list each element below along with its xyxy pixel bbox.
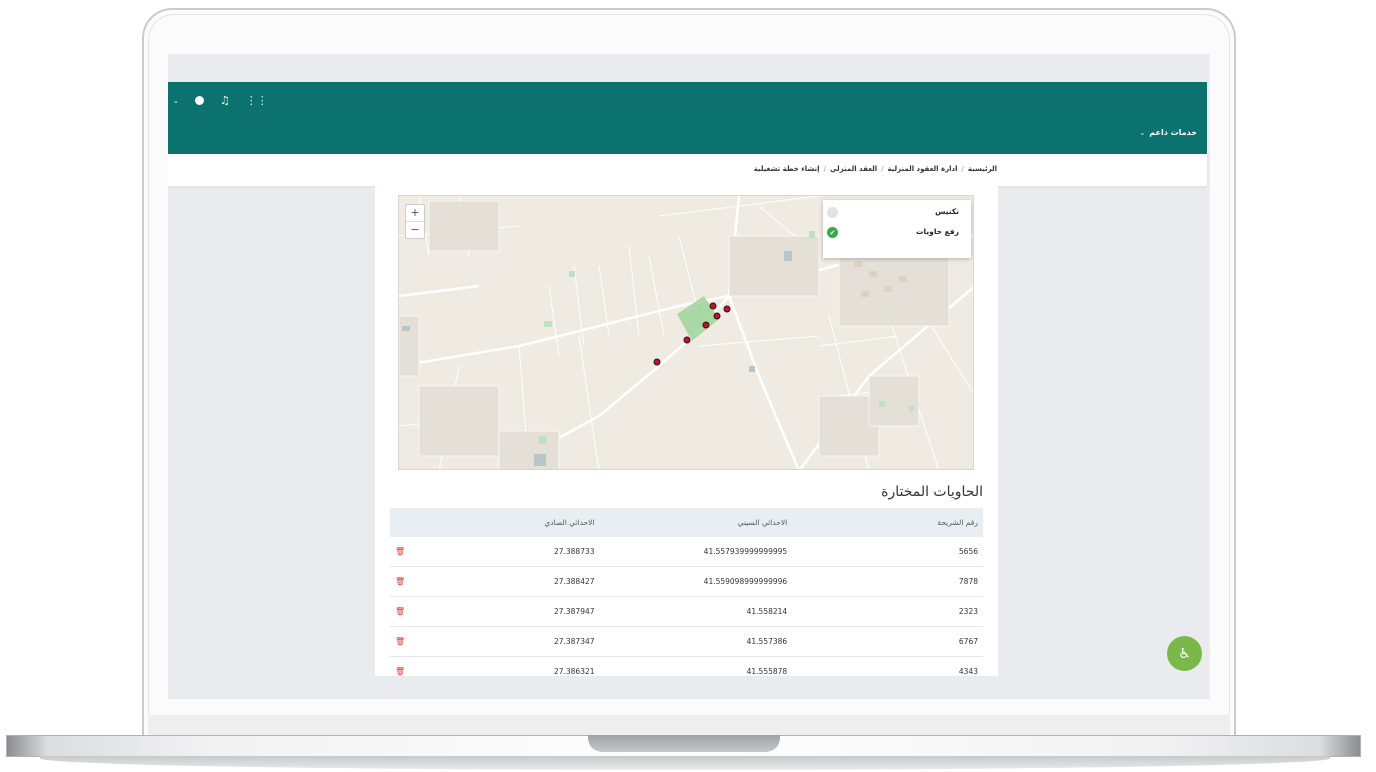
cell-parcel: 5656 bbox=[792, 537, 983, 567]
column-header-actions bbox=[390, 508, 411, 537]
table-row: 4343 41.555878 27.386321 🗑 bbox=[390, 656, 983, 687]
map-marker[interactable] bbox=[653, 358, 661, 366]
selected-bins-title: الحاويات المختارة bbox=[881, 484, 983, 500]
breadcrumb-separator: / bbox=[961, 165, 964, 173]
layer-label: رفع حاويات bbox=[915, 227, 959, 236]
breadcrumb-bar: الرئيسية / ادارة العقود المنزلية / العقد… bbox=[168, 154, 1207, 186]
bell-icon[interactable]: ♫ bbox=[220, 94, 230, 107]
table-row: 6767 41.557386 27.387347 🗑 bbox=[390, 626, 983, 657]
trash-icon[interactable]: 🗑 bbox=[390, 566, 411, 597]
navbar-icons: ⌄ ♫ ⋮⋮ bbox=[173, 94, 268, 107]
breadcrumb-home[interactable]: الرئيسية bbox=[968, 165, 997, 173]
top-navbar: ⌄ ♫ ⋮⋮ خدمات داعم ⌄ bbox=[168, 82, 1207, 154]
cell-x: 41.557939999999995 bbox=[599, 537, 793, 567]
breadcrumb-separator: / bbox=[881, 165, 884, 173]
breadcrumb-current: إنشاء خطة تشغيلية bbox=[753, 165, 820, 173]
cell-parcel: 6767 bbox=[792, 626, 983, 657]
grid-icon[interactable]: ⋮⋮ bbox=[246, 94, 268, 107]
table-row: 5656 41.557939999999995 27.388733 🗑 bbox=[390, 537, 983, 567]
table-row: 2323 41.558214 27.387947 🗑 bbox=[390, 596, 983, 627]
cell-y: 27.386321 bbox=[410, 656, 600, 687]
layer-switcher: تكنيس رفع حاويات ✔ bbox=[823, 200, 971, 258]
check-circle-icon[interactable]: ✔ bbox=[827, 227, 838, 238]
cell-y: 27.388427 bbox=[410, 566, 600, 597]
globe-icon[interactable] bbox=[194, 96, 204, 105]
table-row: 7878 41.559098999999996 27.388427 🗑 bbox=[390, 566, 983, 597]
cell-x: 41.557386 bbox=[599, 626, 793, 657]
laptop-notch bbox=[588, 735, 780, 752]
layer-option-sweeping[interactable]: تكنيس bbox=[823, 202, 971, 222]
cell-parcel: 7878 bbox=[792, 566, 983, 597]
services-menu[interactable]: خدمات داعم ⌄ bbox=[1139, 128, 1197, 137]
selected-bins-table: رقم الشريحة الاحداثي السيني الاحداثي الص… bbox=[390, 508, 983, 687]
map-marker[interactable] bbox=[713, 312, 721, 320]
trash-icon[interactable]: 🗑 bbox=[390, 656, 411, 687]
table-header-row: رقم الشريحة الاحداثي السيني الاحداثي الص… bbox=[390, 508, 983, 537]
trash-icon[interactable]: 🗑 bbox=[390, 596, 411, 627]
map-marker[interactable] bbox=[702, 321, 710, 329]
trash-icon[interactable]: 🗑 bbox=[390, 626, 411, 657]
map-zoom-control: + − bbox=[405, 204, 425, 239]
cell-y: 27.387947 bbox=[410, 596, 600, 627]
cell-parcel: 2323 bbox=[792, 596, 983, 627]
content-panel: + − تكنيس رفع حاويات ✔ الحاويات المختارة… bbox=[375, 186, 998, 687]
layer-option-bins[interactable]: رفع حاويات ✔ bbox=[823, 222, 971, 242]
column-header-x: الاحداثي السيني bbox=[599, 508, 793, 537]
laptop-chin bbox=[148, 715, 1230, 735]
cell-parcel: 4343 bbox=[792, 656, 983, 687]
app-screen: ⌄ ♫ ⋮⋮ خدمات داعم ⌄ الرئيسية / ادارة الع… bbox=[168, 54, 1210, 699]
zoom-out-button[interactable]: − bbox=[406, 221, 424, 238]
breadcrumb-contract[interactable]: العقد المنزلي bbox=[830, 165, 877, 173]
map-view[interactable]: + − تكنيس رفع حاويات ✔ bbox=[398, 195, 974, 470]
cell-y: 27.388733 bbox=[410, 537, 600, 567]
cell-x: 41.558214 bbox=[599, 596, 793, 627]
breadcrumb-separator: / bbox=[823, 165, 826, 173]
unchecked-circle-icon[interactable] bbox=[827, 207, 838, 218]
column-header-parcel: رقم الشريحة bbox=[792, 508, 983, 537]
trash-icon[interactable]: 🗑 bbox=[390, 537, 411, 567]
breadcrumb: الرئيسية / ادارة العقود المنزلية / العقد… bbox=[754, 165, 997, 173]
services-menu-label: خدمات داعم bbox=[1149, 128, 1197, 137]
map-marker[interactable] bbox=[709, 302, 717, 310]
accessibility-icon: ♿ bbox=[1178, 645, 1191, 662]
chevron-down-icon[interactable]: ⌄ bbox=[173, 97, 179, 105]
breadcrumb-contracts[interactable]: ادارة العقود المنزلية bbox=[887, 165, 957, 173]
zoom-in-button[interactable]: + bbox=[406, 205, 424, 221]
accessibility-button[interactable]: ♿ bbox=[1167, 636, 1202, 671]
laptop-base-shadow bbox=[40, 756, 1330, 770]
layer-label: تكنيس bbox=[935, 207, 959, 216]
cell-y: 27.387347 bbox=[410, 626, 600, 657]
cell-x: 41.555878 bbox=[599, 656, 793, 687]
map-marker[interactable] bbox=[683, 336, 691, 344]
map-marker[interactable] bbox=[723, 305, 731, 313]
cell-x: 41.559098999999996 bbox=[599, 566, 793, 597]
chevron-down-icon: ⌄ bbox=[1139, 128, 1146, 137]
column-header-y: الاحداثي الصادي bbox=[410, 508, 600, 537]
